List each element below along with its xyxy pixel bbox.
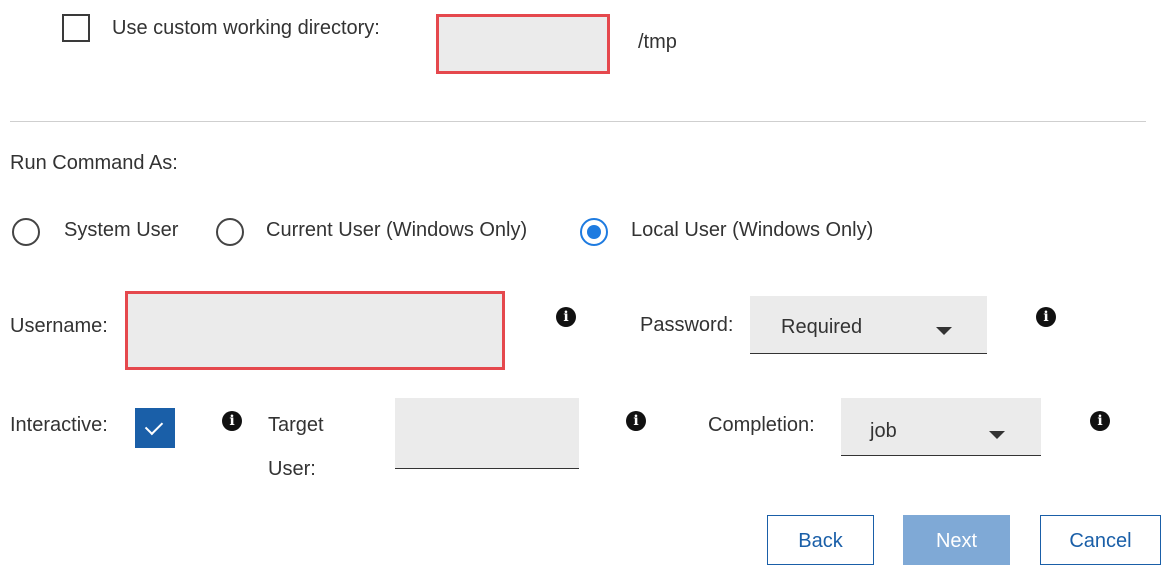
chevron-down-icon	[989, 431, 1005, 439]
username-input[interactable]	[125, 291, 505, 370]
back-button[interactable]: Back	[767, 515, 874, 565]
next-button[interactable]: Next	[903, 515, 1010, 565]
radio-local-user-label: Local User (Windows Only)	[631, 219, 874, 241]
password-info-icon[interactable]: i	[1036, 307, 1056, 327]
target-user-label-line2: User:	[268, 458, 316, 480]
cancel-button[interactable]: Cancel	[1040, 515, 1161, 565]
interactive-label: Interactive:	[10, 414, 108, 436]
completion-dropdown-value: job	[870, 420, 897, 442]
interactive-checkbox[interactable]	[135, 408, 175, 448]
target-user-label-line1: Target	[268, 414, 324, 436]
radio-local-user[interactable]	[580, 218, 608, 246]
target-user-info-icon[interactable]: i	[626, 411, 646, 431]
working-directory-input[interactable]	[436, 14, 610, 74]
run-command-as-heading: Run Command As:	[10, 152, 178, 174]
radio-current-user[interactable]	[216, 218, 244, 246]
target-user-input[interactable]	[395, 398, 579, 469]
password-dropdown-value: Required	[781, 316, 863, 338]
section-divider	[10, 121, 1146, 122]
radio-system-user-label: System User	[64, 219, 179, 241]
radio-system-user[interactable]	[12, 218, 40, 246]
password-label: Password:	[640, 314, 734, 336]
chevron-down-icon	[936, 327, 952, 335]
radio-current-user-label: Current User (Windows Only)	[266, 219, 528, 241]
password-dropdown[interactable]: Required	[750, 296, 987, 354]
custom-working-directory-checkbox[interactable]	[62, 14, 90, 42]
completion-label: Completion:	[708, 414, 815, 436]
username-label: Username:	[10, 315, 108, 337]
interactive-info-icon[interactable]: i	[222, 411, 242, 431]
completion-dropdown[interactable]: job	[841, 398, 1041, 456]
working-directory-suffix: /tmp	[638, 31, 677, 53]
custom-working-directory-label: Use custom working directory:	[112, 17, 380, 39]
checkmark-icon	[144, 416, 164, 436]
username-info-icon[interactable]: i	[556, 307, 576, 327]
completion-info-icon[interactable]: i	[1090, 411, 1110, 431]
